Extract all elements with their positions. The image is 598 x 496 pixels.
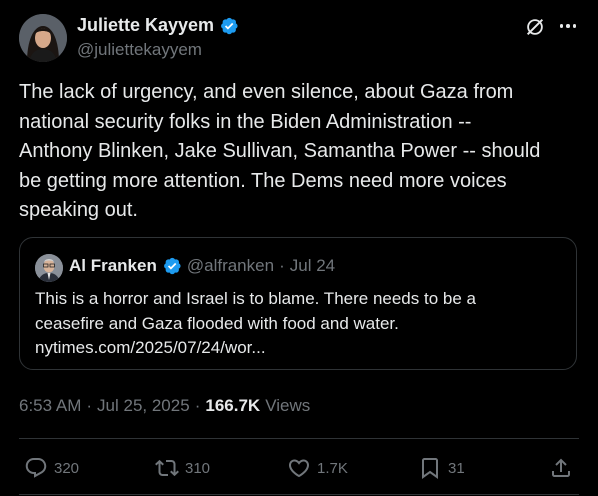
bookmark-icon: [418, 456, 442, 480]
verified-badge-icon: [162, 256, 182, 276]
author-name-row[interactable]: Juliette Kayyem: [77, 15, 239, 36]
quote-header: Al Franken @alfranken · Jul 24: [69, 256, 335, 276]
author-handle[interactable]: @juliettekayyem: [77, 40, 202, 60]
bookmark-count: 31: [448, 459, 465, 477]
tweet-text-line: speaking out.: [19, 199, 138, 221]
repost-icon: [155, 456, 179, 480]
verified-badge-icon: [219, 16, 239, 36]
tweet-text-line: Anthony Blinken, Jake Sullivan, Samantha…: [19, 140, 541, 162]
quoted-tweet[interactable]: Al Franken @alfranken · Jul 24 This is a…: [19, 237, 577, 370]
quote-date[interactable]: Jul 24: [290, 256, 335, 276]
quote-separator: ·: [279, 256, 285, 275]
tweet[interactable]: Juliette Kayyem @juliettekayyem The lack…: [0, 0, 598, 496]
divider: [19, 438, 579, 439]
reply-count: 320: [54, 459, 80, 477]
tweet-time[interactable]: 6:53 AM: [19, 396, 81, 416]
reply-button[interactable]: 320: [24, 456, 79, 480]
meta-separator: ·: [194, 396, 201, 415]
quote-author-name[interactable]: Al Franken: [69, 256, 157, 276]
bookmark-button[interactable]: 31: [418, 456, 465, 480]
repost-button[interactable]: 310: [155, 456, 210, 480]
tweet-date[interactable]: Jul 25, 2025: [97, 396, 190, 416]
share-icon: [549, 456, 573, 480]
bottom-divider: [19, 494, 579, 495]
quote-author-handle[interactable]: @alfranken: [187, 256, 274, 276]
quote-text: This is a horror and Israel is to blame.…: [35, 287, 565, 361]
tweet-text-line: The lack of urgency, and even silence, a…: [19, 81, 514, 103]
author-avatar[interactable]: [19, 14, 67, 62]
heart-icon: [287, 456, 311, 480]
quote-text-line: This is a horror and Israel is to blame.…: [35, 289, 476, 308]
more-icon[interactable]: [557, 15, 579, 37]
like-count: 1.7K: [317, 459, 348, 477]
tweet-text-line: be getting more attention. The Dems need…: [19, 169, 507, 192]
share-button[interactable]: [549, 456, 573, 480]
like-button[interactable]: 1.7K: [287, 456, 348, 480]
grok-icon[interactable]: [524, 16, 546, 38]
author-name[interactable]: Juliette Kayyem: [77, 15, 214, 36]
views-count: 166.7K: [205, 396, 261, 415]
repost-count: 310: [185, 459, 211, 477]
quote-link: nytimes.com/2025/07/24/wor...: [35, 338, 266, 357]
tweet-meta: 6:53 AM · Jul 25, 2025 · 166.7K Views: [19, 396, 310, 416]
meta-separator: ·: [86, 396, 93, 415]
reply-icon: [24, 456, 48, 480]
views-label: Views: [265, 396, 311, 415]
tweet-text: The lack of urgency, and even silence, a…: [19, 78, 579, 226]
quote-text-line: ceasefire and Gaza flooded with food and…: [35, 313, 399, 333]
tweet-text-line: national security folks in the Biden Adm…: [19, 110, 472, 133]
quote-author-avatar[interactable]: [35, 254, 63, 282]
